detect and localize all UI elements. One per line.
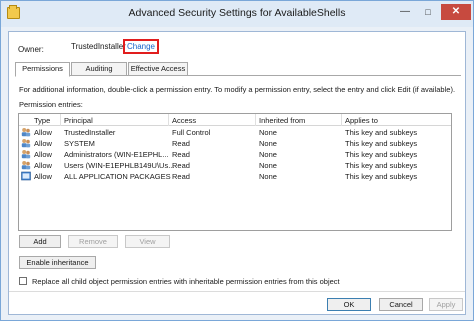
row-access: Read	[172, 150, 190, 159]
permission-entries-label: Permission entries:	[19, 100, 83, 109]
row-access: Read	[172, 139, 190, 148]
tab-permissions[interactable]: Permissions	[15, 62, 70, 77]
row-principal: Users (WIN-E1EPHLB149U\Us...	[64, 161, 175, 170]
title-bar[interactable]: Advanced Security Settings for Available…	[1, 1, 473, 27]
column-header-access[interactable]: Access	[172, 116, 196, 125]
row-type: Allow	[34, 139, 52, 148]
row-principal: SYSTEM	[64, 139, 95, 148]
row-inherited-from: None	[259, 128, 277, 137]
tab-divider	[15, 75, 461, 76]
maximize-button[interactable]: □	[417, 4, 439, 20]
row-applies-to: This key and subkeys	[345, 161, 418, 170]
enable-inheritance-button[interactable]: Enable inheritance	[19, 256, 96, 269]
column-divider[interactable]	[341, 114, 342, 126]
column-header-inherited-from[interactable]: Inherited from	[259, 116, 305, 125]
tab-auditing[interactable]: Auditing	[71, 62, 127, 76]
owner-value: TrustedInstaller	[71, 42, 126, 51]
footer-divider	[9, 291, 465, 292]
app-packages-icon	[21, 171, 31, 181]
remove-button[interactable]: Remove	[68, 235, 118, 248]
column-header-principal[interactable]: Principal	[64, 116, 93, 125]
ok-button[interactable]: OK	[327, 298, 371, 311]
change-owner-link[interactable]: Change	[123, 39, 159, 54]
apply-button[interactable]: Apply	[429, 298, 463, 311]
column-header-applies-to[interactable]: Applies to	[345, 116, 378, 125]
row-applies-to: This key and subkeys	[345, 172, 418, 181]
row-access: Full Control	[172, 128, 211, 137]
row-applies-to: This key and subkeys	[345, 128, 418, 137]
column-divider[interactable]	[60, 114, 61, 126]
row-inherited-from: None	[259, 139, 277, 148]
row-access: Read	[172, 172, 190, 181]
cancel-button[interactable]: Cancel	[379, 298, 423, 311]
table-row[interactable]: Allow Administrators (WIN-E1EPHL... Read…	[19, 149, 451, 160]
row-applies-to: This key and subkeys	[345, 150, 418, 159]
column-divider[interactable]	[255, 114, 256, 126]
row-applies-to: This key and subkeys	[345, 139, 418, 148]
add-button[interactable]: Add	[19, 235, 61, 248]
row-principal: TrustedInstaller	[64, 128, 116, 137]
row-inherited-from: None	[259, 161, 277, 170]
advanced-security-window: Advanced Security Settings for Available…	[0, 0, 474, 321]
view-button[interactable]: View	[125, 235, 170, 248]
row-inherited-from: None	[259, 150, 277, 159]
user-group-icon	[21, 138, 31, 148]
column-header-type[interactable]: Type	[34, 116, 50, 125]
row-type: Allow	[34, 128, 52, 137]
table-row[interactable]: Allow TrustedInstaller Full Control None…	[19, 127, 451, 138]
list-header: Type Principal Access Inherited from App…	[19, 114, 451, 126]
table-row[interactable]: Allow ALL APPLICATION PACKAGES Read None…	[19, 171, 451, 182]
replace-child-permissions-checkbox[interactable]	[19, 277, 27, 285]
permission-entries-list[interactable]: Type Principal Access Inherited from App…	[18, 113, 452, 231]
row-inherited-from: None	[259, 172, 277, 181]
row-principal: Administrators (WIN-E1EPHL...	[64, 150, 169, 159]
table-row[interactable]: Allow SYSTEM Read None This key and subk…	[19, 138, 451, 149]
table-row[interactable]: Allow Users (WIN-E1EPHLB149U\Us... Read …	[19, 160, 451, 171]
row-access: Read	[172, 161, 190, 170]
row-type: Allow	[34, 161, 52, 170]
row-type: Allow	[34, 172, 52, 181]
close-button[interactable]: ✕	[441, 4, 471, 20]
owner-label: Owner:	[18, 45, 44, 54]
user-group-icon	[21, 149, 31, 159]
replace-child-permissions-label: Replace all child object permission entr…	[32, 277, 340, 286]
info-text: For additional information, double-click…	[19, 85, 456, 94]
row-type: Allow	[34, 150, 52, 159]
tab-effective-access[interactable]: Effective Access	[128, 62, 188, 76]
column-divider[interactable]	[168, 114, 169, 126]
dialog-body: Owner: TrustedInstaller Change Permissio…	[8, 31, 466, 315]
user-group-icon	[21, 160, 31, 170]
row-principal: ALL APPLICATION PACKAGES	[64, 172, 171, 181]
user-group-icon	[21, 127, 31, 137]
minimize-button[interactable]: —	[393, 4, 417, 20]
